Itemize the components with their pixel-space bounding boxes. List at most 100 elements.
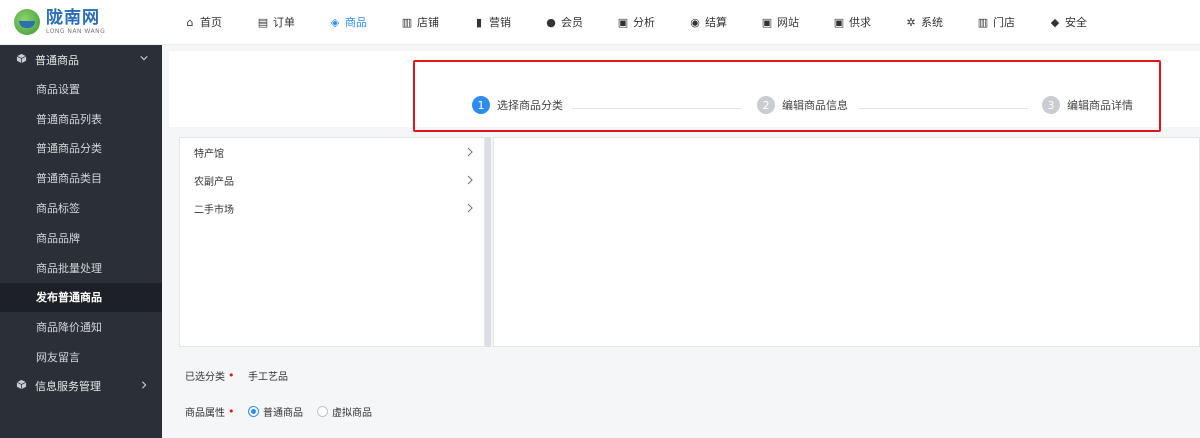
- nav-item-label: 店铺: [417, 16, 439, 29]
- step-connector: [572, 108, 742, 109]
- nav-item-label: 系统: [921, 16, 943, 29]
- selected-category-label: 已选分类: [185, 372, 225, 383]
- category-item[interactable]: 二手市场: [180, 194, 484, 222]
- step-number: 3: [1042, 96, 1060, 114]
- category-label: 二手市场: [194, 204, 234, 216]
- nav-item-label: 会员: [561, 16, 583, 29]
- radio-label: 虚拟商品: [332, 408, 372, 419]
- nav-item-9[interactable]: ▣ 供求: [833, 0, 905, 45]
- nav-item-11[interactable]: ▥ 门店: [977, 0, 1049, 45]
- radio-virtual-product[interactable]: 虚拟商品: [317, 404, 372, 419]
- monitor-chart-icon: ▣: [617, 15, 629, 29]
- nav-item-12[interactable]: ◆ 安全: [1049, 0, 1121, 45]
- nav-item-7[interactable]: ◉ 结算: [689, 0, 761, 45]
- chevron-right-icon: [467, 203, 473, 213]
- brand-name: 陇南网: [46, 7, 100, 28]
- home-icon: ⌂: [186, 15, 194, 29]
- chevron-down-icon: [140, 56, 148, 61]
- step-number: 2: [757, 96, 775, 114]
- category-column-2: [493, 137, 1200, 347]
- radio-label: 普通商品: [263, 408, 303, 419]
- sidebar-item-0[interactable]: 商品设置: [0, 74, 162, 104]
- radio-indicator[interactable]: [248, 406, 259, 417]
- nav-item-3[interactable]: ▥ 店铺: [401, 0, 473, 45]
- sidebar-group-label: 信息服务管理: [35, 380, 101, 394]
- main-content: 1 选择商品分类 2 编辑商品信息 3 编辑商品详情 特产馆农副产品二手市场 已…: [162, 45, 1200, 438]
- bar-chart-icon: ▮: [475, 15, 483, 29]
- nav-item-1[interactable]: ▤ 订单: [257, 0, 329, 45]
- shop-icon: ▥: [977, 15, 989, 29]
- cube-icon: [15, 53, 27, 67]
- nav-item-label: 结算: [705, 16, 727, 29]
- required-marker: •: [228, 369, 235, 382]
- sidebar-item-9[interactable]: 网友留言: [0, 342, 162, 372]
- coin-icon: ◉: [690, 15, 700, 29]
- product-attribute-row: 商品属性 • 普通商品 虚拟商品: [185, 404, 386, 419]
- chevron-right-icon: [467, 147, 473, 157]
- category-label: 特产馆: [194, 148, 224, 160]
- scrollbar[interactable]: [485, 137, 491, 347]
- nav-item-label: 营销: [489, 16, 511, 29]
- nav-item-4[interactable]: ▮ 营销: [473, 0, 545, 45]
- sidebar: 普通商品 商品设置 普通商品列表 普通商品分类 普通商品类目 商品标签 商品品牌 商品批量处…: [0, 45, 162, 438]
- sidebar-group-products[interactable]: 普通商品: [0, 45, 162, 74]
- step-label: 编辑商品信息: [782, 99, 848, 112]
- store-icon: ▥: [401, 15, 413, 29]
- nav-item-5[interactable]: ● 会员: [545, 0, 617, 45]
- step-2: 2 编辑商品信息: [757, 96, 848, 114]
- nav-item-10[interactable]: ✲ 系统: [905, 0, 977, 45]
- nav-item-0[interactable]: ⌂ 首页: [184, 0, 257, 45]
- radio-normal-product[interactable]: 普通商品: [248, 404, 303, 419]
- category-label: 农副产品: [194, 176, 234, 188]
- user-icon: ●: [546, 15, 556, 29]
- document-icon: ▤: [257, 15, 269, 29]
- shield-icon: ◆: [1050, 15, 1060, 29]
- sidebar-item-5[interactable]: 商品品牌: [0, 223, 162, 253]
- step-1: 1 选择商品分类: [472, 96, 563, 114]
- step-number: 1: [472, 96, 490, 114]
- sidebar-item-4[interactable]: 商品标签: [0, 193, 162, 223]
- category-picker: 特产馆农副产品二手市场: [179, 137, 1200, 347]
- top-bar: 陇南网 LONG NAN WANG ⌂ 首页 ▤ 订单 ◈ 商品 ▥ 店铺 ▮ 营销 ● 会员 ▣ 分析 ◉…: [0, 0, 1200, 45]
- selected-category-row: 已选分类 • 手工艺品: [185, 368, 288, 383]
- chat-icon: ▣: [833, 15, 845, 29]
- sidebar-item-8[interactable]: 商品降价通知: [0, 312, 162, 342]
- gear-icon: ✲: [906, 15, 916, 29]
- sidebar-item-7[interactable]: 发布普通商品: [0, 282, 162, 313]
- step-label: 编辑商品详情: [1067, 99, 1133, 112]
- nav-item-6[interactable]: ▣ 分析: [617, 0, 689, 45]
- logo-mark-icon: [14, 9, 40, 35]
- nav-item-label: 安全: [1065, 16, 1087, 29]
- nav-item-2[interactable]: ◈ 商品: [329, 0, 401, 45]
- nav-item-label: 商品: [345, 16, 367, 29]
- sidebar-item-2[interactable]: 普通商品分类: [0, 134, 162, 164]
- required-marker: •: [228, 405, 235, 418]
- nav-item-label: 订单: [273, 16, 295, 29]
- chevron-right-icon: [467, 175, 473, 185]
- brand-name-en: LONG NAN WANG: [46, 27, 106, 35]
- radio-indicator[interactable]: [317, 406, 328, 417]
- sidebar-item-1[interactable]: 普通商品列表: [0, 104, 162, 134]
- nav-item-label: 网站: [777, 16, 799, 29]
- step-label: 选择商品分类: [497, 99, 563, 112]
- sidebar-group-info-service[interactable]: 信息服务管理: [0, 372, 162, 401]
- chevron-right-icon: [142, 381, 147, 389]
- sidebar-item-3[interactable]: 普通商品类目: [0, 163, 162, 193]
- main-nav: ⌂ 首页 ▤ 订单 ◈ 商品 ▥ 店铺 ▮ 营销 ● 会员 ▣ 分析 ◉ 结算 ▣ 网站 ▣ 供求 ✲ 系统 ▥ 门店 ◆ 安全: [184, 0, 1121, 45]
- nav-item-label: 分析: [633, 16, 655, 29]
- cube-icon: [15, 379, 27, 393]
- nav-item-8[interactable]: ▣ 网站: [761, 0, 833, 45]
- sidebar-item-6[interactable]: 商品批量处理: [0, 253, 162, 283]
- selected-category-value: 手工艺品: [248, 372, 288, 383]
- product-attribute-label: 商品属性: [185, 408, 225, 419]
- cube-icon: ◈: [330, 15, 340, 29]
- category-item[interactable]: 特产馆: [180, 138, 484, 166]
- step-connector: [858, 108, 1028, 109]
- sidebar-group-label: 普通商品: [35, 53, 79, 67]
- nav-item-label: 供求: [849, 16, 871, 29]
- category-item[interactable]: 农副产品: [180, 166, 484, 194]
- logo[interactable]: 陇南网 LONG NAN WANG: [0, 0, 162, 45]
- step-3: 3 编辑商品详情: [1042, 96, 1133, 114]
- nav-item-label: 首页: [200, 16, 222, 29]
- screen-icon: ▣: [761, 15, 773, 29]
